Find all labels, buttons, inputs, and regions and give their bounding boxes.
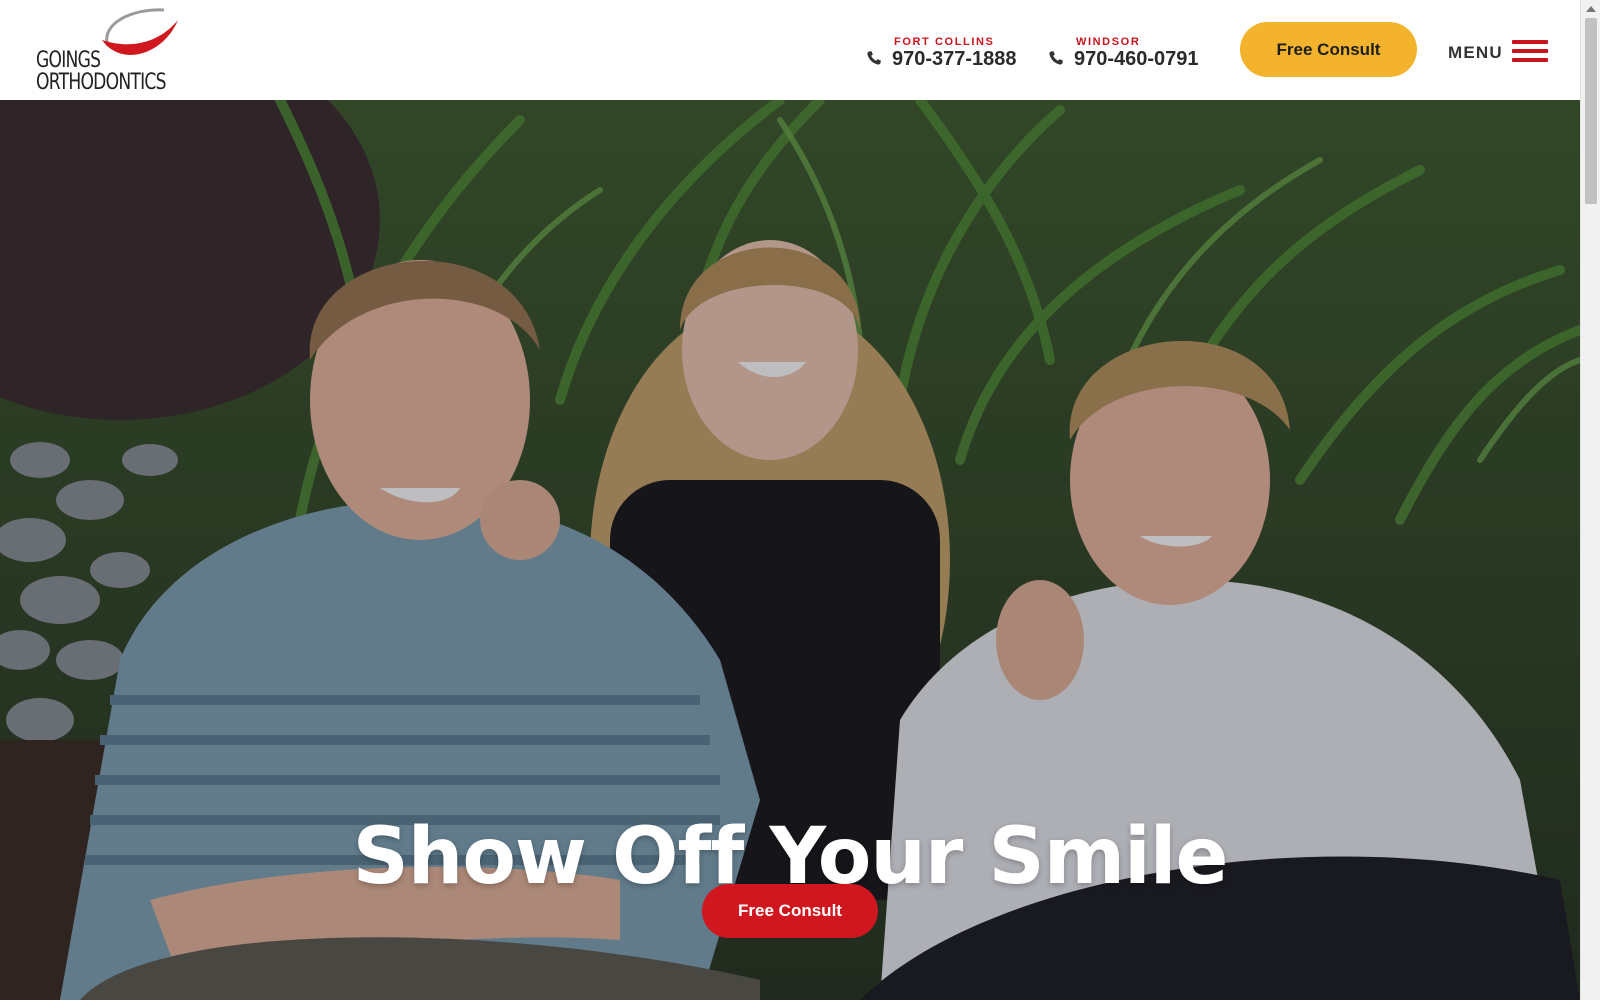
free-consult-header-button[interactable]: Free Consult (1240, 22, 1417, 77)
goings-orthodontics-logo[interactable]: GOINGS ORTHODONTICS (36, 6, 186, 96)
menu-button[interactable]: MENU (1448, 36, 1550, 68)
phone-number[interactable]: 970-377-1888 (892, 48, 1017, 71)
hamburger-icon (1512, 40, 1548, 64)
scrollbar-thumb[interactable] (1585, 18, 1597, 204)
phone-number[interactable]: 970-460-0791 (1074, 48, 1199, 71)
logo-text-line1: GOINGS (36, 48, 101, 73)
phone-icon (867, 51, 881, 65)
page-scrollbar[interactable] (1580, 0, 1600, 1000)
site-header: GOINGS ORTHODONTICS FORT COLLINS 970-377… (0, 0, 1580, 100)
phone-location-label: WINDSOR (1076, 36, 1141, 48)
phone-icon (1049, 51, 1063, 65)
hero-section: Show Off Your Smile Free Consult (0, 100, 1580, 1000)
logo-text-line2: ORTHODONTICS (36, 70, 166, 95)
free-consult-hero-button[interactable]: Free Consult (702, 884, 878, 938)
phone-location-label: FORT COLLINS (894, 36, 995, 48)
scroll-up-arrow-icon[interactable] (1586, 6, 1596, 12)
menu-label: MENU (1448, 43, 1503, 62)
page: GOINGS ORTHODONTICS FORT COLLINS 970-377… (0, 0, 1600, 1000)
